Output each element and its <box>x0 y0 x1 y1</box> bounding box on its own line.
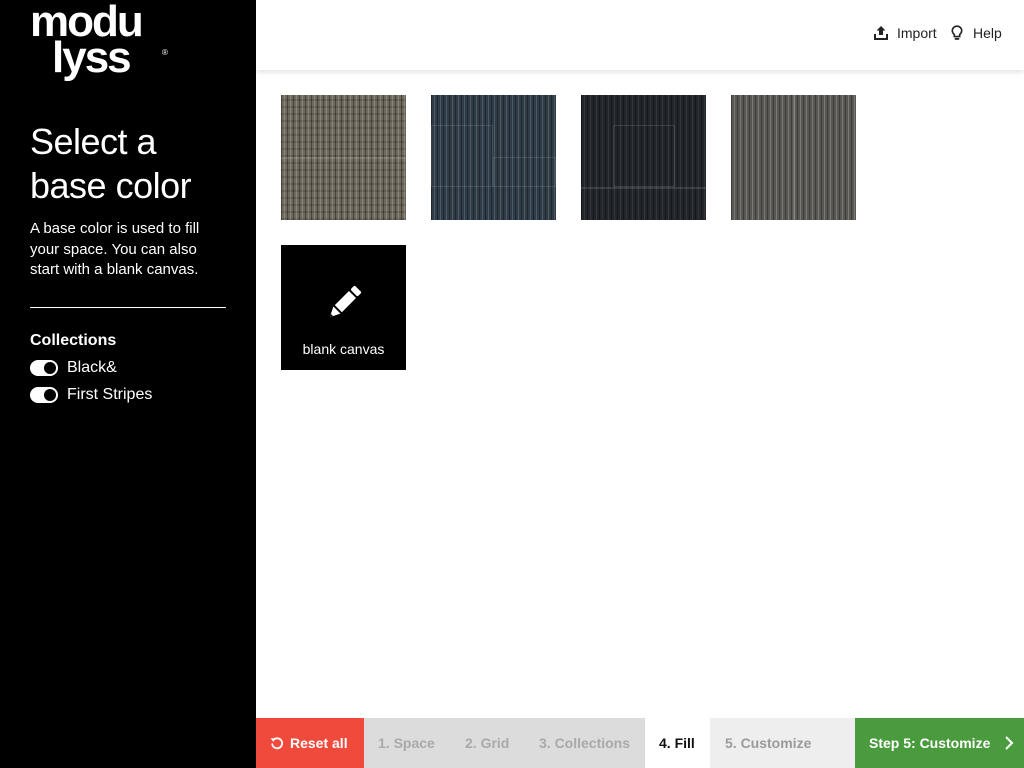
base-color-tile-1[interactable] <box>281 95 406 220</box>
blank-canvas-tile[interactable]: blank canvas <box>281 245 406 370</box>
reset-all-label: Reset all <box>290 735 348 751</box>
help-label: Help <box>973 25 1002 41</box>
base-color-tile-2[interactable] <box>431 95 556 220</box>
completed-steps: 1. Space 2. Grid 3. Collections <box>364 718 645 768</box>
blank-canvas-label: blank canvas <box>302 341 385 357</box>
next-step-label: Step 5: Customize <box>869 735 991 751</box>
step-fill[interactable]: 4. Fill <box>645 718 710 768</box>
step-space[interactable]: 1. Space <box>364 718 451 768</box>
sidebar-divider <box>30 307 226 308</box>
page-title: Select a base color <box>30 121 192 206</box>
tile-seam <box>431 125 493 187</box>
collection-toggle-first-stripes[interactable]: First Stripes <box>30 384 152 406</box>
reset-all-button[interactable]: Reset all <box>256 718 364 768</box>
step-bar: Reset all 1. Space 2. Grid 3. Collection… <box>256 718 1024 768</box>
chevron-right-icon <box>1004 735 1014 751</box>
toggle-switch[interactable] <box>30 360 58 376</box>
upload-icon <box>873 24 889 42</box>
top-header: Import Help <box>256 0 1024 70</box>
collections-heading: Collections <box>30 332 117 349</box>
tile-seam <box>613 125 675 187</box>
import-button[interactable]: Import <box>873 22 937 44</box>
collection-toggle-black-and[interactable]: Black& <box>30 357 117 379</box>
next-step-button[interactable]: Step 5: Customize <box>855 718 1024 768</box>
logo-registered-mark: ® <box>162 48 168 57</box>
tile-seam <box>281 157 406 159</box>
step-customize[interactable]: 5. Customize <box>710 718 855 768</box>
toggle-knob <box>44 362 56 374</box>
step-collections[interactable]: 3. Collections <box>525 718 645 768</box>
base-color-tile-4[interactable] <box>731 95 856 220</box>
tile-seam <box>793 95 795 220</box>
collection-label: First Stripes <box>67 386 153 403</box>
lightbulb-icon <box>949 24 965 42</box>
pencil-icon <box>322 281 366 325</box>
base-color-tile-3[interactable] <box>581 95 706 220</box>
tile-seam <box>581 187 706 189</box>
collection-label: Black& <box>67 359 117 376</box>
toggle-knob <box>44 389 56 401</box>
help-button[interactable]: Help <box>949 22 1002 44</box>
toggle-switch[interactable] <box>30 387 58 403</box>
step-grid[interactable]: 2. Grid <box>451 718 525 768</box>
reset-icon <box>270 736 284 750</box>
tile-seam <box>493 157 556 187</box>
sidebar: modu lyss ® Select a base color A base c… <box>0 0 256 768</box>
modulyss-logo[interactable]: modu lyss ® <box>30 0 170 84</box>
page-description: A base color is used to fill your space.… <box>30 220 200 278</box>
import-label: Import <box>897 25 937 41</box>
